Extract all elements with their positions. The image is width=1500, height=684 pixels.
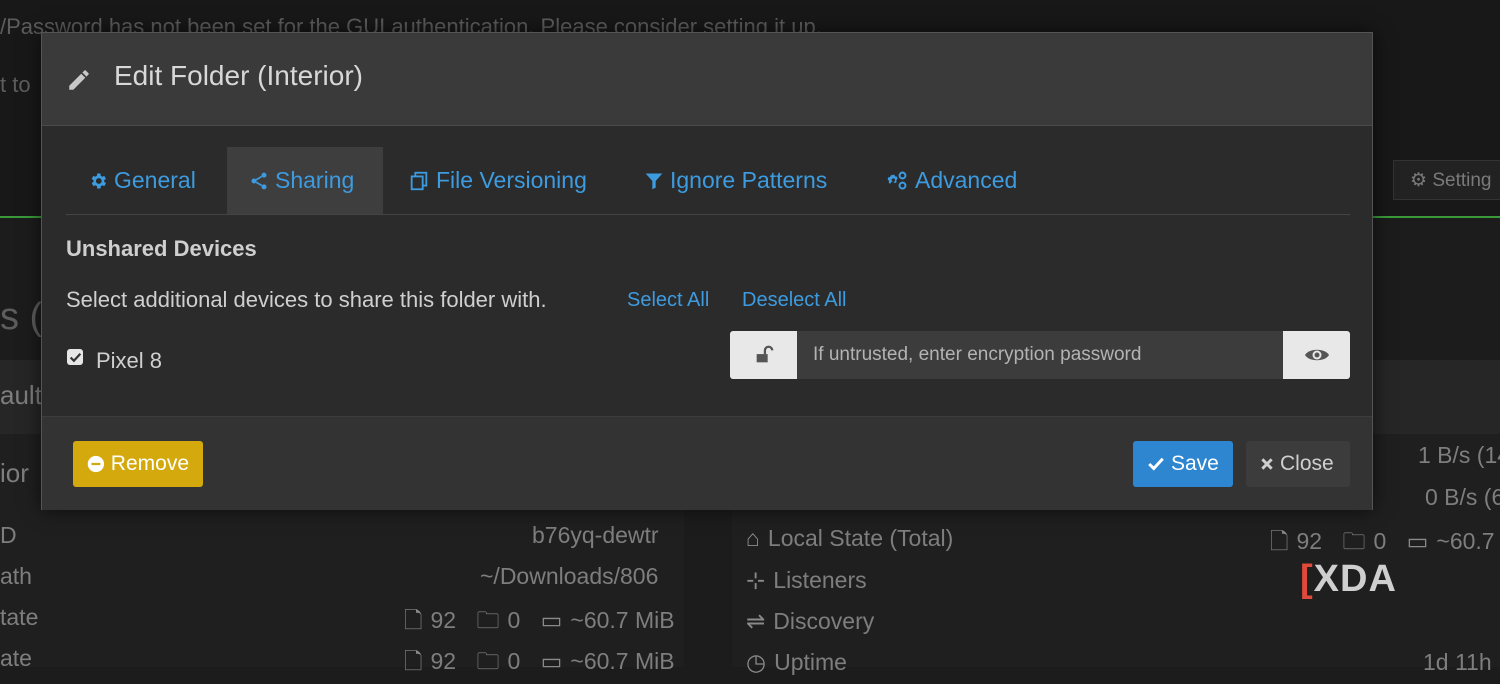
close-label: Close xyxy=(1280,452,1334,475)
local-state-values: 🗋 92 🗀 0 ▭ ~60.7 MiB xyxy=(404,607,675,633)
xda-watermark: [XDA xyxy=(1300,558,1397,600)
eye-icon[interactable] xyxy=(1283,331,1350,379)
device-name: Pixel 8 xyxy=(96,348,163,373)
tab-label: File Versioning xyxy=(436,167,587,193)
gear-icon: ⚙ xyxy=(1410,170,1428,191)
share-icon xyxy=(251,172,267,189)
drive-icon: ▭ xyxy=(1406,528,1429,554)
save-button[interactable]: Save xyxy=(1133,441,1233,487)
local-state-label: tate xyxy=(0,604,39,630)
gear-icon xyxy=(91,173,106,188)
copy-icon xyxy=(410,171,428,190)
folder-icon: 🗀 xyxy=(1342,528,1366,554)
unshared-devices-heading: Unshared Devices xyxy=(66,236,257,261)
background-text: t to xyxy=(0,72,31,97)
tab-label: Ignore Patterns xyxy=(670,167,828,193)
xda-logo-icon: [ xyxy=(1300,558,1314,600)
folder-path-value: ~/Downloads/806 xyxy=(480,563,659,589)
remove-button[interactable]: Remove xyxy=(73,441,203,487)
settings-label: Setting xyxy=(1432,170,1492,191)
unlock-icon xyxy=(730,331,797,379)
uptime-value: 1d 11h xyxy=(1423,649,1492,675)
encryption-password-group xyxy=(730,331,1350,379)
file-icon: 🗋 xyxy=(404,648,423,674)
folder-id-value: b76yq-dewtr xyxy=(532,522,659,548)
home-icon: ⌂ xyxy=(746,525,760,551)
discovery-row: ⇌ Discovery xyxy=(746,608,875,634)
close-button[interactable]: Close xyxy=(1246,441,1350,487)
folder-icon: 🗀 xyxy=(476,607,500,633)
file-icon: 🗋 xyxy=(1270,528,1289,554)
remove-label: Remove xyxy=(110,452,189,475)
dialog-footer: Remove Save Close xyxy=(42,416,1372,510)
file-icon: 🗋 xyxy=(404,607,423,633)
tab-advanced[interactable]: Advanced xyxy=(863,147,1039,214)
drive-icon: ▭ xyxy=(540,648,563,674)
settings-button[interactable]: ⚙ Setting xyxy=(1393,160,1500,200)
filter-icon xyxy=(645,173,663,189)
share-description: Select additional devices to share this … xyxy=(66,287,547,312)
minus-circle-icon xyxy=(87,455,105,473)
tab-sharing[interactable]: Sharing xyxy=(227,147,383,214)
pencil-icon xyxy=(69,70,89,90)
checkmark-icon xyxy=(69,352,81,362)
global-state-label: ate xyxy=(0,645,32,671)
edit-folder-dialog: Edit Folder (Interior) General Sharing F… xyxy=(41,32,1373,510)
tab-label: Advanced xyxy=(915,167,1018,193)
tab-general[interactable]: General xyxy=(66,147,218,214)
listeners-row: ⊹ Listeners xyxy=(746,567,867,593)
clock-icon: ◷ xyxy=(746,649,767,675)
select-all-link[interactable]: Select All xyxy=(627,289,709,312)
signpost-icon: ⇌ xyxy=(746,608,766,634)
device-checkbox[interactable] xyxy=(67,349,83,365)
deselect-all-link[interactable]: Deselect All xyxy=(742,289,847,312)
sitemap-icon: ⊹ xyxy=(746,567,766,593)
cogs-icon xyxy=(887,171,907,190)
tab-label: General xyxy=(114,167,196,193)
uptime-row: ◷ Uptime xyxy=(746,649,847,675)
folder-id-label: D xyxy=(0,522,17,548)
folder-icon: 🗀 xyxy=(476,648,500,674)
local-state-total: ⌂ Local State (Total) xyxy=(746,525,954,551)
check-icon xyxy=(1148,457,1164,471)
tab-file-versioning[interactable]: File Versioning xyxy=(386,147,609,214)
tab-ignore-patterns[interactable]: Ignore Patterns xyxy=(622,147,849,214)
close-icon xyxy=(1261,458,1273,470)
upload-rate: 0 B/s (6 xyxy=(1425,484,1500,510)
tab-label: Sharing xyxy=(275,167,355,193)
folder-label: ault xyxy=(0,380,42,410)
download-rate: 1 B/s (14 xyxy=(1418,442,1500,468)
save-label: Save xyxy=(1171,452,1219,475)
dialog-header: Edit Folder (Interior) xyxy=(42,33,1372,126)
encryption-password-input[interactable] xyxy=(797,331,1283,379)
dialog-tabs: General Sharing File Versioning Ignore P… xyxy=(66,147,1350,215)
global-state-values: 🗋 92 🗀 0 ▭ ~60.7 MiB xyxy=(404,648,675,674)
folder-name: ior xyxy=(0,458,29,488)
folder-path-label: ath xyxy=(0,563,32,589)
dialog-title: Edit Folder (Interior) xyxy=(114,60,363,91)
drive-icon: ▭ xyxy=(540,607,563,633)
